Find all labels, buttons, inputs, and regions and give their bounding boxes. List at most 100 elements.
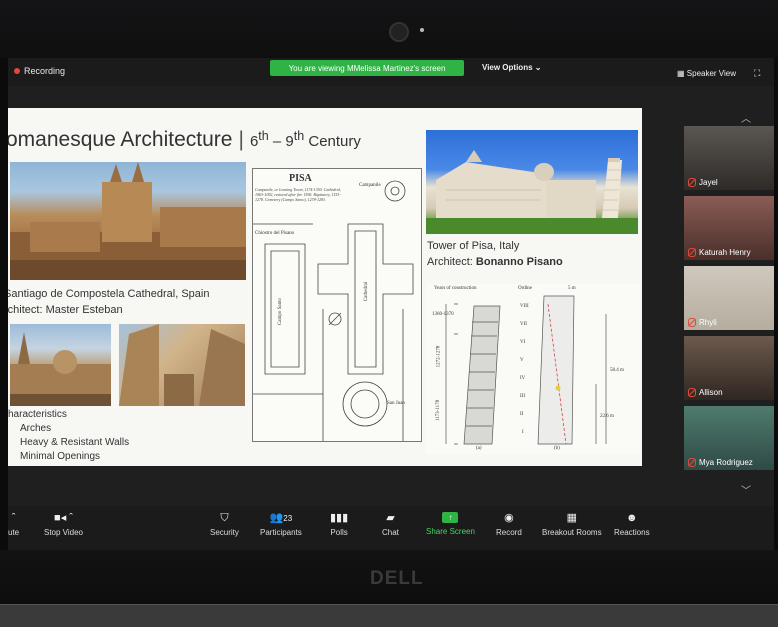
unmute-label: ute	[8, 528, 20, 537]
map-title: PISA	[289, 173, 312, 184]
pisa-architect: Architect: Bonanno Pisano	[427, 256, 563, 268]
record-label: Record	[496, 528, 522, 537]
characteristics-list: haracteristics Arches Heavy & Resistant …	[8, 408, 129, 464]
mic-off-icon	[688, 458, 696, 467]
participants-count: 23	[283, 514, 293, 523]
participant-tile[interactable]: Allison	[684, 336, 774, 400]
characteristic-item: Minimal Openings	[20, 451, 101, 462]
participant-tile[interactable]: Jayel	[684, 126, 774, 190]
shield-icon: ⛉	[220, 512, 229, 524]
stop-video-button[interactable]: ■◂ ˆ Stop Video	[44, 512, 83, 537]
cathedral-tower-photo	[119, 324, 245, 406]
smiley-icon: ☻	[626, 512, 638, 524]
chevron-down-icon: ⌄	[534, 63, 542, 72]
cathedral-facade-photo	[10, 324, 111, 406]
participant-tile[interactable]: Rhyli	[684, 266, 774, 330]
mic-off-icon	[688, 388, 696, 397]
width-label: 5 m	[568, 286, 576, 291]
view-options-label: View Options	[482, 63, 533, 72]
chat-icon: ▰	[386, 512, 395, 524]
speaker-view-label: Speaker View	[686, 69, 736, 78]
year-range-3: 1173-1178	[436, 399, 442, 422]
participant-tile[interactable]: Mya Rodriguez	[684, 406, 774, 470]
mic-off-icon	[688, 248, 696, 257]
map-label-cathedral: Cathedral	[364, 281, 370, 302]
participant-tile[interactable]: Katurah Henry	[684, 196, 774, 260]
reactions-label: Reactions	[614, 528, 650, 537]
breakout-rooms-button[interactable]: ▦ Breakout Rooms	[542, 512, 602, 537]
gallery-scroll-down-icon[interactable]: ﹀	[741, 482, 751, 497]
participant-gallery: Jayel Katurah Henry Rhyli Allison Mya Ro…	[684, 126, 774, 470]
meeting-controls: ˆ ute ■◂ ˆ Stop Video ⛉ Security 👥23 Par…	[8, 506, 774, 550]
pisa-architect-name: Bonanno Pisano	[475, 256, 563, 268]
year-range-1: 1360-1370	[432, 312, 454, 317]
characteristic-item: Heavy & Resistant Walls	[20, 437, 130, 448]
characteristics-title: haracteristics	[8, 409, 67, 420]
participants-label: Participants	[260, 528, 302, 537]
slide-subtitle: 6th – 9th Century	[249, 129, 361, 150]
stop-video-label: Stop Video	[44, 528, 83, 537]
security-button[interactable]: ⛉ Security	[210, 512, 239, 537]
mic-off-icon	[688, 178, 696, 187]
participant-name: Allison	[688, 388, 723, 397]
webcam-light	[420, 28, 424, 32]
height-label: 58.4 m	[610, 368, 624, 373]
share-screen-icon: ↑	[442, 512, 459, 523]
recording-label: Recording	[24, 66, 66, 76]
webcam-icon	[389, 22, 409, 42]
level-label: I	[522, 430, 524, 435]
zoom-window: Recording You are viewing MMelissa Marti…	[8, 58, 774, 550]
map-note: Campanile, or Leaning Tower, 1174-1350. …	[255, 187, 341, 202]
participant-name: Mya Rodriguez	[688, 458, 753, 467]
level-label: VII	[520, 322, 527, 327]
figure-a-label: (a)	[476, 446, 482, 451]
santiago-cathedral-photo	[10, 162, 246, 280]
santiago-architect: rchitect: Master Esteban	[8, 304, 123, 316]
map-label-campanile: Campanile	[359, 183, 381, 188]
level-label: VI	[520, 340, 526, 345]
record-button[interactable]: ◉ Record	[496, 512, 522, 537]
dell-logo: DELL	[370, 568, 424, 589]
share-screen-label: Share Screen	[426, 527, 475, 536]
participants-icon: 👥23	[269, 512, 293, 524]
level-label: III	[520, 394, 525, 399]
level-label: II	[520, 412, 524, 417]
pisa-architect-prefix: Architect:	[427, 256, 476, 268]
level-label: VIII	[520, 304, 529, 309]
record-icon: ◉	[504, 512, 514, 524]
chat-button[interactable]: ▰ Chat	[382, 512, 399, 537]
map-label-san-juan: San Juan	[387, 401, 405, 406]
view-options-menu[interactable]: View Options ⌄	[482, 63, 541, 72]
slide-title: omanesque Architecture | 6th – 9th Century	[8, 128, 361, 152]
polls-icon: ▮▮▮	[330, 512, 349, 524]
breakout-rooms-icon: ▦	[566, 512, 577, 524]
chevron-up-icon: ˆ	[11, 512, 16, 524]
participant-name: Katurah Henry	[688, 248, 751, 257]
speaker-view-button[interactable]: ▦ Speaker View	[677, 69, 736, 78]
gallery-scroll-up-icon[interactable]: ︿	[741, 110, 751, 125]
participant-name: Jayel	[688, 178, 718, 187]
pisa-site-plan: PISA Campanile, or Leaning Tower, 1174-1…	[252, 168, 422, 442]
security-label: Security	[210, 528, 239, 537]
recording-dot-icon	[14, 68, 20, 74]
santiago-caption: Santiago de Compostela Cathedral, Spain	[8, 288, 210, 300]
polls-label: Polls	[330, 528, 348, 537]
participants-button[interactable]: 👥23 Participants	[260, 512, 302, 537]
lower-height-label: 22.6 m	[600, 414, 614, 419]
year-range-2: 1272-1278	[436, 345, 442, 368]
reactions-button[interactable]: ☻ Reactions	[614, 512, 650, 537]
chat-label: Chat	[382, 528, 399, 537]
grid-icon: ▦	[677, 69, 687, 78]
characteristic-item: Arches	[20, 423, 52, 434]
unmute-button[interactable]: ˆ ute	[8, 512, 19, 537]
years-label: Years of construction	[434, 286, 477, 291]
level-label: IV	[520, 376, 526, 381]
map-label-campo-santo: Campo Santo	[278, 297, 284, 326]
level-label: V	[520, 358, 524, 363]
recording-indicator[interactable]: Recording	[14, 66, 65, 76]
pisa-caption: Tower of Pisa, Italy	[427, 240, 520, 252]
viewing-screen-banner: You are viewing MMelissa Martinez's scre…	[270, 60, 464, 76]
share-screen-button[interactable]: ↑ Share Screen	[426, 512, 475, 536]
polls-button[interactable]: ▮▮▮ Polls	[330, 512, 348, 537]
fullscreen-icon[interactable]: ⛶	[754, 68, 760, 79]
